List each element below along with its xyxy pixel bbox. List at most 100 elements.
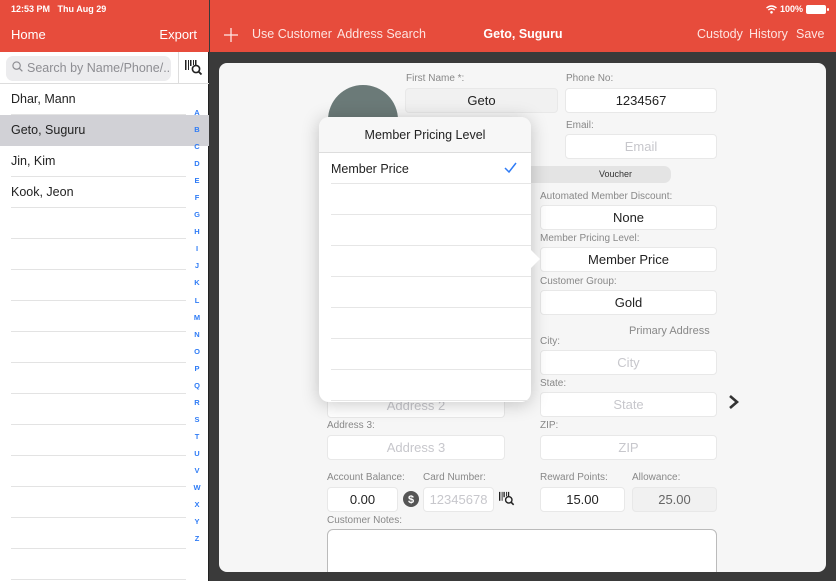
battery-icon — [806, 4, 829, 14]
index-letter[interactable]: V — [190, 466, 204, 483]
customer-group-field[interactable]: Gold — [540, 290, 717, 315]
index-letter[interactable]: D — [190, 159, 204, 176]
zip-label: ZIP: — [540, 420, 559, 431]
popover-option[interactable] — [319, 370, 531, 401]
popover-option[interactable] — [319, 246, 531, 277]
search-input[interactable]: Search by Name/Phone/... — [6, 56, 171, 81]
battery-percent: 100% — [779, 4, 803, 14]
card-number-field[interactable]: 12345678 — [423, 487, 494, 512]
list-item — [0, 425, 209, 456]
list-item — [0, 549, 209, 580]
option-label: Member Price — [331, 162, 409, 176]
svg-text:$: $ — [408, 494, 414, 506]
popover-option[interactable]: Member Price — [319, 153, 531, 184]
index-letter[interactable]: K — [190, 278, 204, 295]
index-letter[interactable]: R — [190, 398, 204, 415]
index-letter[interactable]: E — [190, 176, 204, 193]
chevron-right-icon[interactable] — [727, 394, 741, 410]
account-balance-label: Account Balance: — [327, 472, 405, 483]
index-letter[interactable]: B — [190, 125, 204, 142]
auto-discount-label: Automated Member Discount: — [540, 191, 673, 202]
popover-option[interactable] — [319, 215, 531, 246]
notes-textarea[interactable] — [327, 529, 717, 572]
index-letter[interactable]: Z — [190, 534, 204, 551]
status-indicators: 100% — [766, 4, 829, 14]
search-icon — [12, 61, 23, 72]
index-letter[interactable]: Y — [190, 517, 204, 534]
index-letter[interactable]: P — [190, 364, 204, 381]
barcode-search-icon[interactable] — [498, 491, 516, 507]
index-letter[interactable]: M — [190, 313, 204, 330]
status-time: 12:53 PM Thu Aug 29 — [11, 4, 107, 14]
phone-label: Phone No: — [566, 73, 614, 84]
index-letter[interactable]: L — [190, 296, 204, 313]
index-letter[interactable]: J — [190, 261, 204, 278]
segment-voucher[interactable]: Voucher — [599, 169, 632, 179]
allowance-field: 25.00 — [632, 487, 717, 512]
city-field[interactable]: City — [540, 350, 717, 375]
index-letter[interactable]: X — [190, 500, 204, 517]
phone-field[interactable]: 1234567 — [565, 88, 717, 113]
save-button[interactable]: Save — [796, 27, 825, 41]
index-letter[interactable]: A — [190, 108, 204, 125]
index-letter[interactable]: S — [190, 415, 204, 432]
reward-points-field[interactable]: 15.00 — [540, 487, 625, 512]
index-letter[interactable]: C — [190, 142, 204, 159]
list-item[interactable]: Jin, Kim — [0, 146, 209, 177]
list-item — [0, 456, 209, 487]
list-item[interactable]: Kook, Jeon — [0, 177, 209, 208]
list-item[interactable]: Geto, Suguru — [0, 115, 209, 146]
state-label: State: — [540, 378, 567, 389]
primary-address-label: Primary Address — [629, 325, 710, 337]
index-letter[interactable]: O — [190, 347, 204, 364]
popover-option[interactable] — [319, 277, 531, 308]
wifi-icon — [766, 4, 777, 14]
index-letter[interactable]: F — [190, 193, 204, 210]
list-item — [0, 208, 209, 239]
index-letter[interactable]: Q — [190, 381, 204, 398]
checkmark-icon — [504, 162, 517, 174]
index-letter[interactable]: T — [190, 432, 204, 449]
export-button[interactable]: Export — [159, 27, 197, 42]
dollar-icon[interactable]: $ — [403, 491, 419, 507]
email-label: Email: — [566, 120, 594, 131]
popover-title: Member Pricing Level — [319, 117, 531, 153]
city-label: City: — [540, 336, 560, 347]
popover-option[interactable] — [319, 308, 531, 339]
customer-list: Dhar, Mann Geto, Suguru Jin, Kim Kook, Jeon — [0, 84, 209, 580]
first-name-field[interactable]: Geto — [405, 88, 558, 113]
list-item[interactable]: Dhar, Mann — [0, 84, 209, 115]
customer-list-panel: 12:53 PM Thu Aug 29 Home Export Search b… — [0, 0, 209, 581]
state-field[interactable]: State — [540, 392, 717, 417]
custody-button[interactable]: Custody — [697, 27, 743, 41]
auto-discount-field[interactable]: None — [540, 205, 717, 230]
pricing-level-popover: Member Pricing Level Member Price — [319, 117, 540, 402]
zip-field[interactable]: ZIP — [540, 435, 717, 460]
list-item — [0, 239, 209, 270]
popover-option[interactable] — [319, 339, 531, 370]
email-field[interactable]: Email — [565, 134, 717, 159]
alphabet-index[interactable]: ABCDEFGHIJKLMNOPQRSTUVWXYZ — [190, 108, 204, 551]
index-letter[interactable]: U — [190, 449, 204, 466]
home-button[interactable]: Home — [11, 27, 46, 42]
list-item — [0, 518, 209, 549]
history-button[interactable]: History — [749, 27, 788, 41]
pricing-level-field[interactable]: Member Price — [540, 247, 717, 272]
index-letter[interactable]: N — [190, 330, 204, 347]
segmented-control[interactable]: y Voucher — [509, 166, 671, 183]
index-letter[interactable]: G — [190, 210, 204, 227]
index-letter[interactable]: H — [190, 227, 204, 244]
barcode-scan-button[interactable] — [178, 52, 209, 84]
list-item — [0, 394, 209, 425]
index-letter[interactable]: W — [190, 483, 204, 500]
notes-label: Customer Notes: — [327, 515, 403, 526]
list-item — [0, 487, 209, 518]
index-letter[interactable]: I — [190, 244, 204, 261]
account-balance-field[interactable]: 0.00 — [327, 487, 398, 512]
address3-label: Address 3: — [327, 420, 375, 431]
address3-field[interactable]: Address 3 — [327, 435, 505, 460]
popover-option[interactable] — [319, 184, 531, 215]
card-number-label: Card Number: — [423, 472, 486, 483]
list-item — [0, 270, 209, 301]
search-row: Search by Name/Phone/... — [0, 52, 209, 84]
